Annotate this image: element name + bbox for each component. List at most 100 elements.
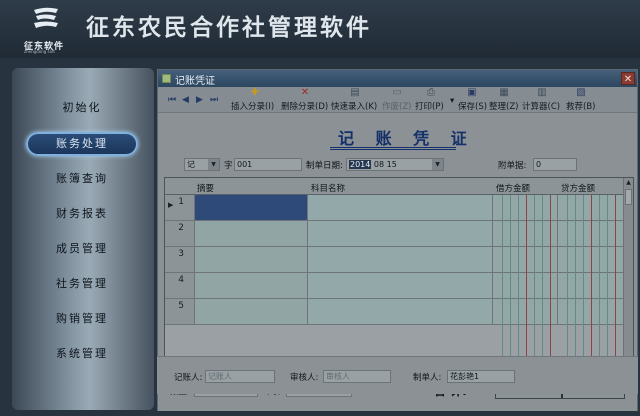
digit-divider: [534, 195, 535, 376]
logo-icon: [34, 7, 58, 28]
digit-divider: [591, 195, 592, 376]
window-titlebar: 记账凭证 ✕: [158, 70, 637, 87]
attachments-input[interactable]: 0: [533, 158, 577, 171]
tidy-icon: ▦: [499, 87, 509, 98]
toolbar: ⏮ ◀ ▶ ⏭ ✚ 插入分录(I) ✕ 删除分录(D) ▤ 快速录入(K) ▭ …: [158, 87, 637, 113]
row-number: 2: [165, 221, 194, 246]
close-button[interactable]: ✕: [621, 72, 635, 85]
row-number: 3: [165, 247, 194, 272]
vertical-scrollbar[interactable]: ▲ ▼: [623, 178, 633, 376]
plus-icon: ✚: [250, 87, 260, 98]
digit-divider: [502, 195, 503, 376]
digit-divider: [526, 195, 527, 376]
quick-entry-button[interactable]: ▤ 快速录入(K): [331, 87, 379, 113]
table-row[interactable]: 3: [165, 247, 623, 273]
col-subject: 科目名称: [311, 184, 346, 194]
quick-entry-icon: ▤: [350, 87, 360, 98]
maker-label: 制单人:: [413, 373, 442, 383]
void-button[interactable]: ▭ 作废(Z): [382, 87, 412, 113]
col-summary: 摘要: [197, 184, 215, 194]
summary-cell[interactable]: [194, 195, 307, 220]
title-underline: [330, 147, 456, 148]
digit-divider: [607, 195, 608, 376]
maker-field[interactable]: 花彭艳1: [447, 370, 515, 383]
summary-cell[interactable]: [194, 299, 307, 324]
sidebar-item-member-mgmt[interactable]: 成员管理: [26, 237, 138, 261]
void-icon: ▭: [392, 87, 402, 98]
row-number: 5: [165, 299, 194, 324]
sidebar-item-purchase-sales[interactable]: 购销管理: [26, 307, 138, 331]
subject-cell[interactable]: [307, 221, 492, 246]
print-dropdown-button[interactable]: ▾: [450, 88, 458, 112]
reviewer-label: 审核人:: [290, 373, 319, 383]
voucher-title: 记 账 凭 证: [338, 129, 475, 148]
digit-divider: [567, 195, 568, 376]
dropdown-icon: ▾: [450, 96, 455, 106]
chevron-down-icon: ▼: [208, 159, 219, 170]
app-header: 征东软件 zhengdong soft 征东农民合作社管理软件: [0, 0, 640, 58]
digit-divider: [575, 195, 576, 376]
subject-cell[interactable]: [307, 247, 492, 272]
digit-divider: [542, 195, 543, 376]
table-row[interactable]: 4: [165, 273, 623, 299]
tidy-button[interactable]: ▦ 整理(Z): [489, 87, 519, 113]
col-credit: 贷方金额: [561, 184, 596, 194]
summary-cell[interactable]: [194, 221, 307, 246]
calculator-button[interactable]: ▥ 计算器(C): [522, 87, 562, 113]
save-button[interactable]: ▣ 保存(S): [458, 87, 487, 113]
delete-icon: ✕: [300, 87, 310, 98]
zi-label: 字: [224, 161, 233, 171]
voucher-date-picker[interactable]: 2014 08 15 ▼: [346, 158, 444, 171]
summary-cell[interactable]: [194, 273, 307, 298]
digit-divider: [583, 195, 584, 376]
sidebar-item-ledger-query[interactable]: 账簿查询: [26, 167, 138, 191]
row-number: ▶ 1: [165, 195, 194, 220]
sidebar-item-system-mgmt[interactable]: 系统管理: [26, 342, 138, 366]
chevron-down-icon: ▼: [432, 159, 443, 170]
scroll-thumb[interactable]: [625, 189, 632, 205]
table-row[interactable]: ▶ 1: [165, 195, 623, 221]
subject-cell[interactable]: [307, 299, 492, 324]
calculator-icon: ▥: [537, 87, 547, 98]
current-row-icon: ▶: [168, 201, 174, 209]
date-label: 制单日期:: [306, 161, 343, 171]
sidebar-item-financial-report[interactable]: 财务报表: [26, 202, 138, 226]
sidebar-item-accounting[interactable]: 账务处理: [26, 132, 138, 156]
voucher-number-input[interactable]: 001: [234, 158, 302, 171]
summary-cell[interactable]: [194, 247, 307, 272]
title-underline-2: [330, 149, 456, 150]
template-button[interactable]: ▧ 救荐(B): [566, 88, 596, 113]
digit-divider: [510, 195, 511, 376]
table-row[interactable]: 2: [165, 221, 623, 247]
reviewer-field[interactable]: 审核人: [323, 370, 391, 383]
print-button[interactable]: ⎙ 打印(P): [415, 87, 447, 113]
bookkeeper-field[interactable]: 记账人: [205, 370, 275, 383]
app-title: 征东农民合作社管理软件: [86, 14, 372, 41]
signature-bar: 记账人: 记账人 审核人: 审核人 制单人: 花彭艳1: [157, 356, 638, 394]
delete-entry-button[interactable]: ✕ 删除分录(D): [281, 87, 329, 113]
sidebar-item-init[interactable]: 初始化: [26, 96, 138, 120]
prev-record-icon[interactable]: ◀: [182, 95, 189, 105]
digit-divider: [599, 195, 600, 376]
scroll-up-icon[interactable]: ▲: [624, 178, 633, 188]
table-row[interactable]: 5: [165, 299, 623, 325]
bookkeeper-label: 记账人:: [174, 373, 203, 383]
sidebar: 初始化 账务处理 账簿查询 财务报表 成员管理 社务管理 购销管理 系统管理: [12, 68, 154, 410]
window-title: 记账凭证: [175, 76, 215, 87]
row-number: 4: [165, 273, 194, 298]
col-debit: 借方金额: [496, 184, 531, 194]
save-icon: ▣: [467, 87, 477, 98]
insert-entry-button[interactable]: ✚ 插入分录(I): [231, 87, 279, 113]
voucher-type-select[interactable]: 记 ▼: [184, 158, 220, 171]
digit-divider: [550, 195, 551, 376]
print-icon: ⎙: [427, 87, 435, 98]
sidebar-item-affairs-mgmt[interactable]: 社务管理: [26, 272, 138, 296]
last-record-icon[interactable]: ⏭: [210, 95, 218, 105]
digit-divider: [518, 195, 519, 376]
window-icon: [162, 74, 171, 83]
subject-cell[interactable]: [307, 195, 492, 220]
first-record-icon[interactable]: ⏮: [168, 95, 176, 105]
next-record-icon[interactable]: ▶: [196, 95, 203, 105]
subject-cell[interactable]: [307, 273, 492, 298]
logo-subtext: zhengdong soft: [24, 49, 55, 54]
